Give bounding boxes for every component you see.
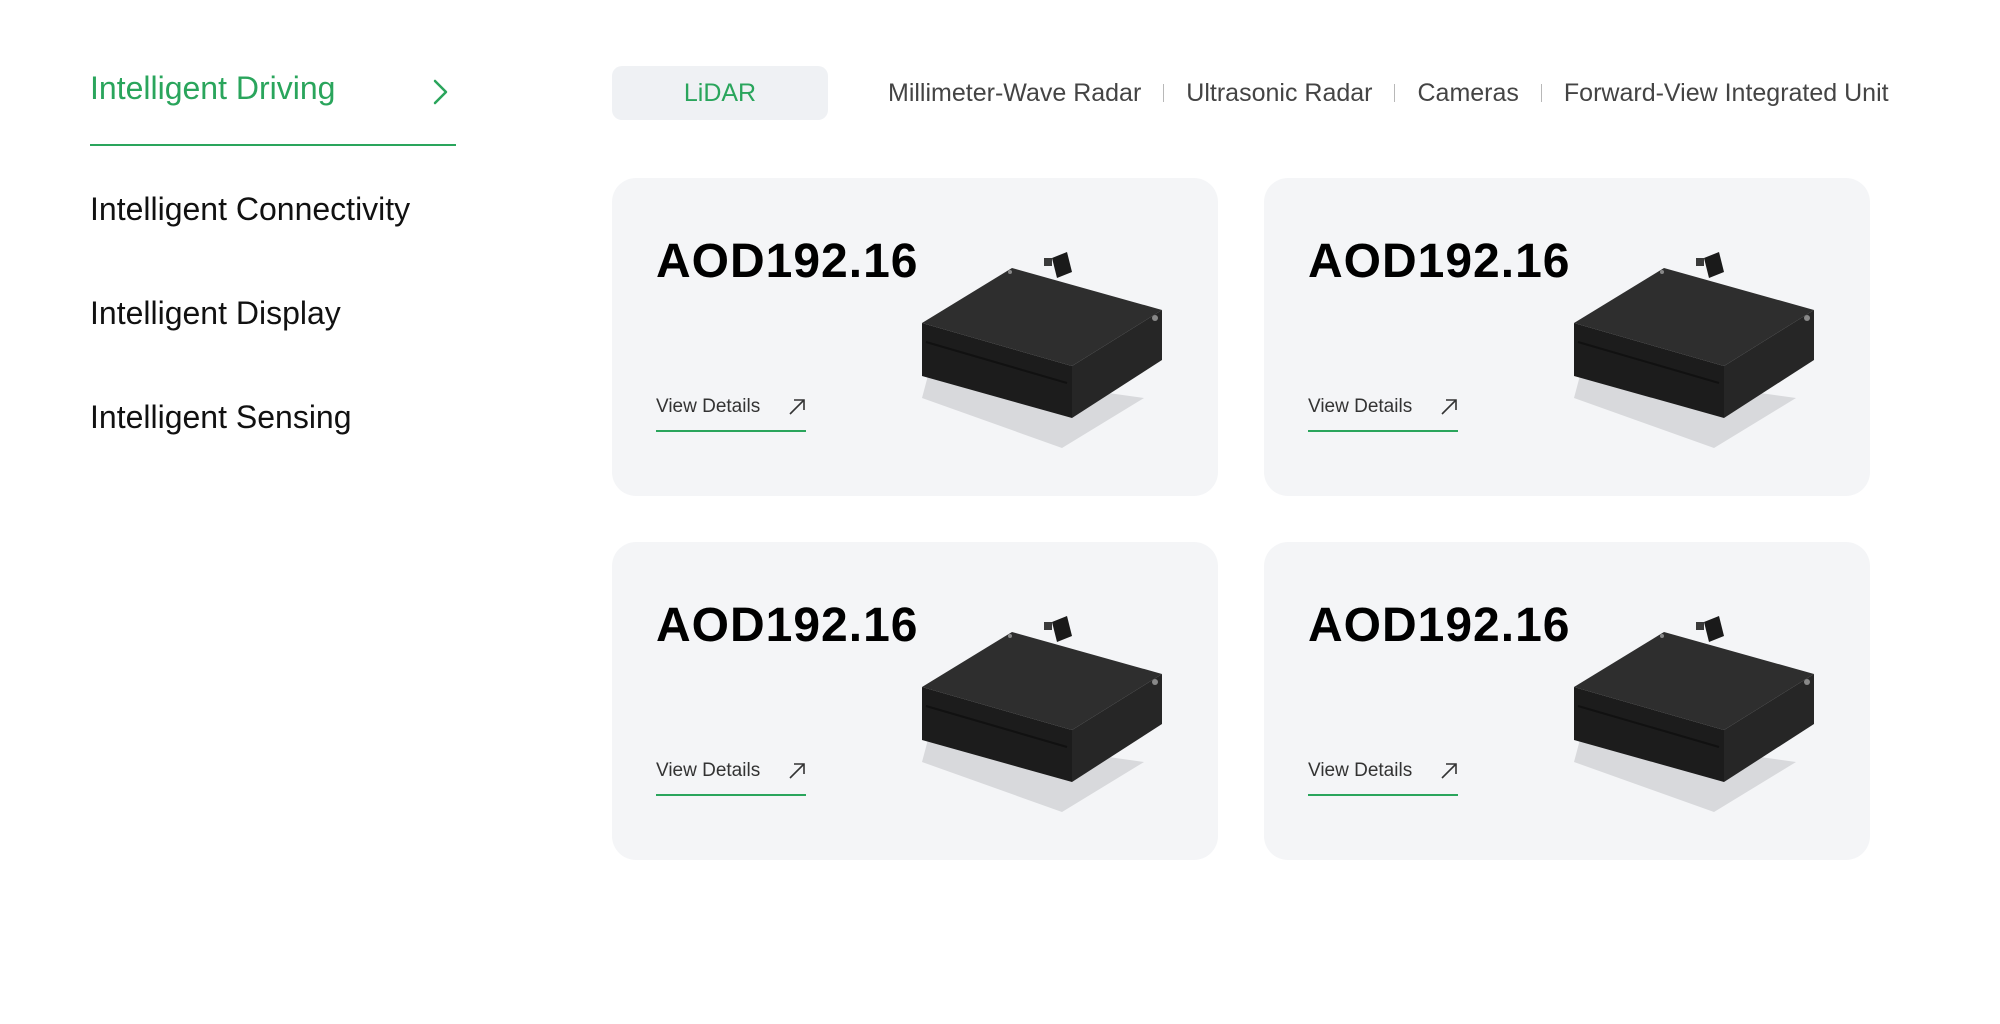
sidebar-nav: Intelligent Driving Intelligent Connecti… — [90, 58, 456, 486]
tab-lidar[interactable]: LiDAR — [612, 66, 828, 120]
page: Intelligent Driving Intelligent Connecti… — [0, 0, 2000, 1024]
arrow-up-right-icon — [1441, 399, 1457, 415]
category-tabs: LiDAR Millimeter-Wave Radar Ultrasonic R… — [612, 66, 1889, 120]
sidebar-item-label: Intelligent Sensing — [90, 398, 352, 435]
view-details-link[interactable]: View Details — [1308, 760, 1458, 796]
tab-divider — [1540, 84, 1542, 102]
lidar-device-icon — [1574, 252, 1814, 448]
arrow-up-right-icon — [789, 763, 805, 779]
product-card[interactable]: AOD192.16 View Details — [612, 542, 1218, 860]
sidebar-item-intelligent-connectivity[interactable]: Intelligent Connectivity — [90, 174, 456, 244]
sidebar-item-label: Intelligent Connectivity — [90, 190, 411, 227]
tab-cameras[interactable]: Cameras — [1417, 79, 1518, 108]
tab-ultrasonic-radar[interactable]: Ultrasonic Radar — [1186, 79, 1372, 108]
sidebar-item-intelligent-sensing[interactable]: Intelligent Sensing — [90, 382, 456, 452]
product-title: AOD192.16 — [1308, 235, 1571, 288]
sidebar-item-intelligent-display[interactable]: Intelligent Display — [90, 278, 456, 348]
tab-divider — [1163, 84, 1165, 102]
view-details-link[interactable]: View Details — [656, 760, 806, 796]
product-title: AOD192.16 — [656, 599, 919, 652]
product-card[interactable]: AOD192.16 View Details — [612, 178, 1218, 496]
chevron-right-icon — [426, 78, 454, 106]
lidar-device-icon — [922, 616, 1162, 812]
view-details-link[interactable]: View Details — [1308, 396, 1458, 432]
sidebar-item-intelligent-driving[interactable]: Intelligent Driving — [90, 58, 456, 146]
view-details-label: View Details — [1308, 396, 1413, 417]
view-details-label: View Details — [1308, 760, 1413, 781]
view-details-label: View Details — [656, 396, 761, 417]
tab-divider — [1394, 84, 1396, 102]
tab-forward-view-integrated-unit[interactable]: Forward-View Integrated Unit — [1564, 79, 1889, 108]
product-card[interactable]: AOD192.16 View Details — [1264, 178, 1870, 496]
product-grid: AOD192.16 View Details AOD192.16 View De… — [612, 178, 1870, 860]
product-card[interactable]: AOD192.16 View Details — [1264, 542, 1870, 860]
lidar-device-icon — [1574, 616, 1814, 812]
lidar-device-icon — [922, 252, 1162, 448]
tab-millimeter-wave-radar[interactable]: Millimeter-Wave Radar — [888, 79, 1141, 108]
arrow-up-right-icon — [789, 399, 805, 415]
sidebar-item-label: Intelligent Driving — [90, 70, 336, 106]
arrow-up-right-icon — [1441, 763, 1457, 779]
product-title: AOD192.16 — [656, 235, 919, 288]
view-details-label: View Details — [656, 760, 761, 781]
view-details-link[interactable]: View Details — [656, 396, 806, 432]
product-title: AOD192.16 — [1308, 599, 1571, 652]
sidebar-item-label: Intelligent Display — [90, 294, 341, 331]
